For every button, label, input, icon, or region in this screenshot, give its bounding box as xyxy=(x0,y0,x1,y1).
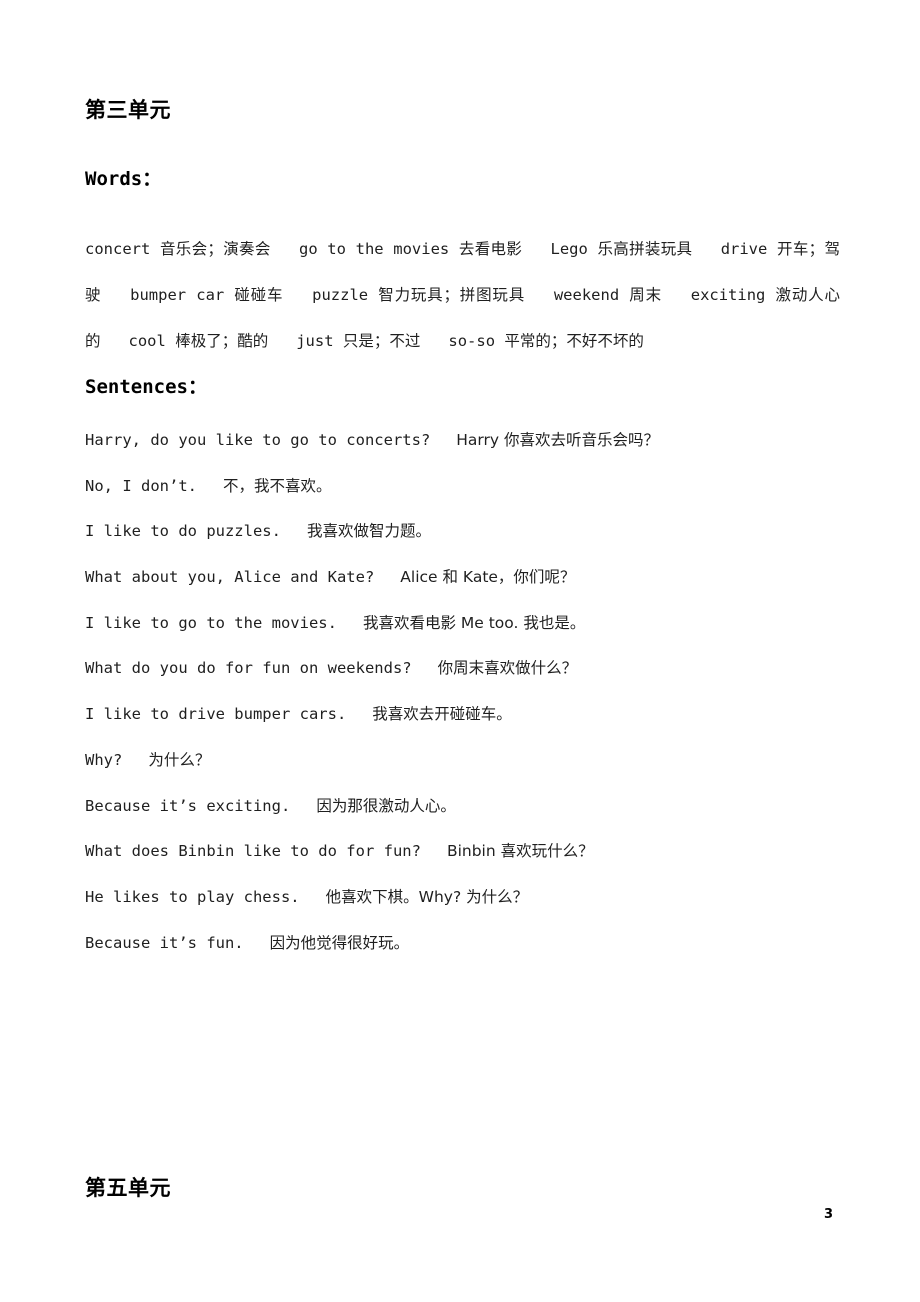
vocabulary-gloss: 周末 xyxy=(629,286,662,304)
vocabulary-term: drive xyxy=(720,240,768,258)
sentence-english: I like to go to the movies. xyxy=(85,613,337,632)
sentence-row: I like to go to the movies. 我喜欢看电影 Me too… xyxy=(85,613,845,662)
sentence-english: What does Binbin like to do for fun? xyxy=(85,842,421,861)
unit-3-title: 第三单元 xyxy=(85,98,171,122)
vocabulary-gloss: 智力玩具；拼图玩具 xyxy=(378,286,526,304)
vocabulary-term: go to the movies xyxy=(299,240,450,258)
sentence-chinese: 你周末喜欢做什么？ xyxy=(437,659,578,678)
sentence-row: No, I don’t. 不，我不喜欢。 xyxy=(85,476,845,525)
sentence-english: Harry, do you like to go to concerts? xyxy=(85,431,431,449)
sentence-list: Harry, do you like to go to concerts? Har… xyxy=(85,431,845,982)
sentence-chinese: Alice 和 Kate，你们呢？ xyxy=(400,568,576,587)
words-section-heading: Words： xyxy=(85,168,162,190)
vocabulary-term: weekend xyxy=(553,286,620,304)
vocabulary-term: concert xyxy=(85,240,151,258)
vocabulary-term: puzzle xyxy=(312,286,369,304)
sentence-english: I like to drive bumper cars. xyxy=(85,705,347,724)
sentence-row: What does Binbin like to do for fun? Binb… xyxy=(85,842,845,890)
sentence-chinese: 不，我不喜欢。 xyxy=(222,476,332,495)
sentence-english: No, I don’t. xyxy=(85,476,197,495)
sentence-row: Because it’s fun. 因为他觉得很好玩。 xyxy=(85,933,845,982)
vocabulary-term: bumper car xyxy=(130,286,225,304)
sentence-english: Why? xyxy=(85,750,123,769)
sentence-english: What do you do for fun on weekends? xyxy=(85,659,412,678)
vocabulary-term: cool xyxy=(128,332,166,350)
sentence-row: Why? 为什么？ xyxy=(85,750,845,799)
sentence-chinese: 因为那很激动人心。 xyxy=(316,796,456,815)
vocabulary-gloss: 棒极了；酷的 xyxy=(175,332,269,350)
page-number: 3 xyxy=(824,1207,834,1222)
sentence-row: What about you, Alice and Kate? Alice 和 K… xyxy=(85,568,845,616)
sentence-chinese: 为什么？ xyxy=(148,750,211,769)
sentence-english: I like to do puzzles. xyxy=(85,522,281,541)
document-page: 第三单元 Words： concert 音乐会；演奏会 go to the mo… xyxy=(0,0,920,1302)
unit-5-title: 第五单元 xyxy=(85,1176,171,1200)
sentence-chinese: 我喜欢去开碰碰车。 xyxy=(372,705,512,724)
sentence-chinese: 他喜欢下棋。Why? 为什么？ xyxy=(325,887,529,906)
vocabulary-gloss: 乐高拼装玩具 xyxy=(597,240,693,258)
sentence-chinese: Binbin 喜欢玩什么？ xyxy=(446,842,594,861)
sentence-row: Because it’s exciting. 因为那很激动人心。 xyxy=(85,796,845,845)
vocabulary-term: so-so xyxy=(448,332,496,350)
sentence-chinese: Harry 你喜欢去听音乐会吗？ xyxy=(456,431,660,449)
vocabulary-gloss: 碰碰车 xyxy=(234,286,284,304)
sentence-row: He likes to play chess. 他喜欢下棋。Why? 为什么？ xyxy=(85,887,845,936)
vocabulary-gloss: 只是；不过 xyxy=(342,332,421,350)
sentence-row: Harry, do you like to go to concerts? Har… xyxy=(85,431,845,479)
sentence-chinese: 因为他觉得很好玩。 xyxy=(269,933,410,952)
sentence-english: What about you, Alice and Kate? xyxy=(85,568,375,587)
vocabulary-term: exciting xyxy=(690,286,766,304)
vocabulary-term: just xyxy=(296,332,334,350)
vocabulary-gloss: 平常的；不好不坏的 xyxy=(504,332,644,350)
vocabulary-term: Lego xyxy=(550,240,588,258)
vocabulary-list: concert 音乐会；演奏会 go to the movies 去看电影 Le… xyxy=(85,226,840,364)
sentence-english: He likes to play chess. xyxy=(85,887,300,906)
sentence-chinese: 我喜欢做智力题。 xyxy=(306,522,431,541)
sentence-row: I like to drive bumper cars. 我喜欢去开碰碰车。 xyxy=(85,705,845,753)
sentence-row: I like to do puzzles. 我喜欢做智力题。 xyxy=(85,524,845,570)
sentence-english: Because it’s exciting. xyxy=(85,796,291,815)
vocabulary-gloss: 音乐会；演奏会 xyxy=(159,240,271,258)
vocabulary-gloss: 去看电影 xyxy=(458,240,523,258)
sentence-english: Because it’s fun. xyxy=(85,933,244,952)
sentence-row: What do you do for fun on weekends? 你周末喜欢… xyxy=(85,661,845,707)
sentence-chinese: 我喜欢看电影 Me too. 我也是。 xyxy=(362,613,586,632)
sentences-section-heading: Sentences： xyxy=(85,376,207,398)
